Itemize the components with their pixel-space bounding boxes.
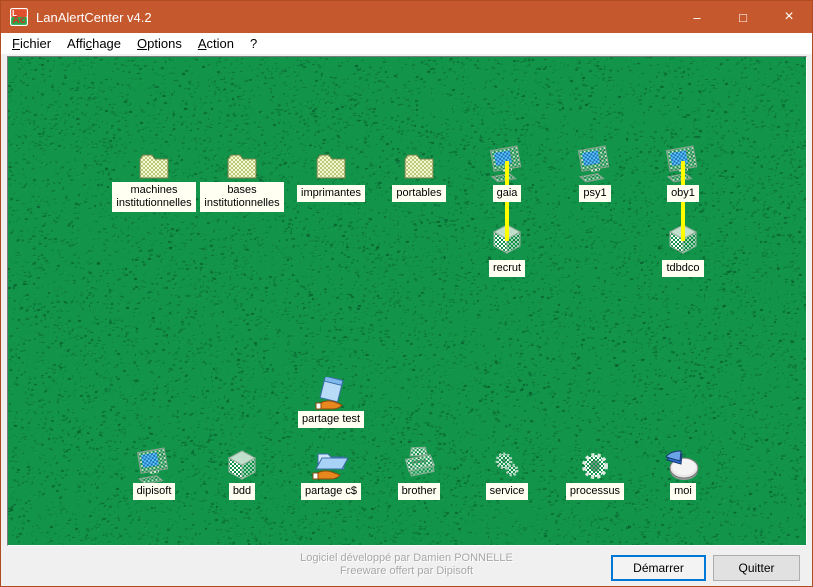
footer-bar: Logiciel développé par Damien PONNELLE F…	[1, 547, 812, 586]
menu-item-options[interactable]: Options	[129, 34, 190, 53]
svg-text:L: L	[12, 9, 17, 18]
node-label-oby1[interactable]: oby1	[603, 183, 763, 201]
menu-item-action[interactable]: Action	[190, 34, 242, 53]
app-window: Ac L LanAlertCenter v4.2 – □ × FichierAf…	[0, 0, 813, 587]
start-button[interactable]: Démarrer	[611, 555, 706, 581]
close-button[interactable]: ×	[766, 1, 812, 33]
window-title: LanAlertCenter v4.2	[36, 10, 152, 25]
network-map: machines institutionnellesbases institut…	[7, 56, 807, 546]
labels-layer: machines institutionnellesbases institut…	[8, 57, 806, 545]
menu-item-affichage[interactable]: Affichage	[59, 34, 129, 53]
node-label-moi[interactable]: moi	[603, 481, 763, 499]
title-bar: Ac L LanAlertCenter v4.2 – □ ×	[1, 1, 812, 33]
menu-item-?[interactable]: ?	[242, 34, 265, 53]
menu-bar: FichierAffichageOptionsAction?	[1, 33, 812, 54]
menu-item-fichier[interactable]: Fichier	[4, 34, 59, 53]
node-label-recrut[interactable]: recrut	[427, 258, 587, 276]
maximize-button[interactable]: □	[720, 1, 766, 33]
node-label-tdbdco[interactable]: tdbdco	[603, 258, 763, 276]
minimize-button[interactable]: –	[674, 1, 720, 33]
node-label-partage-test[interactable]: partage test	[251, 409, 411, 427]
quit-button[interactable]: Quitter	[713, 555, 800, 581]
window-controls: – □ ×	[674, 1, 812, 33]
app-icon: Ac L	[10, 8, 28, 26]
